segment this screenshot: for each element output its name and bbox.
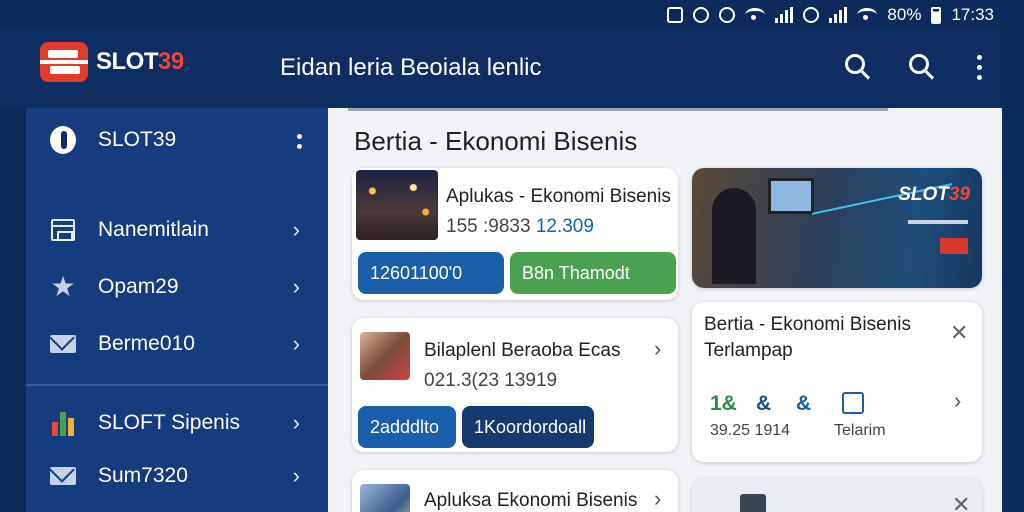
close-icon[interactable]: ✕: [950, 320, 968, 346]
banner-person-image: [712, 188, 756, 284]
chevron-right-icon[interactable]: ›: [654, 336, 661, 362]
news-thumbnail: [356, 170, 438, 240]
wifi-icon: [745, 8, 766, 22]
news-card-subtitle: Terlampap: [704, 340, 793, 361]
card-primary-button[interactable]: 2adddlto: [358, 406, 456, 448]
nfc-icon: [667, 7, 684, 23]
logo-text: SLOT39: [96, 48, 184, 75]
vibrate-icon: [719, 7, 736, 23]
bar-chart-icon: [52, 410, 74, 436]
card-secondary-button[interactable]: B8n Thamodt: [510, 252, 676, 294]
battery-icon: [931, 6, 942, 24]
sidebar-item-label: Nanemitlain: [98, 218, 209, 241]
news-thumbnail: [360, 332, 410, 380]
star-icon: ★: [50, 271, 76, 302]
news-thumbnail: [360, 484, 410, 512]
sidebar-item-sloft-sipenis[interactable]: SLOFT Sipenis ›: [26, 395, 328, 451]
chevron-right-icon[interactable]: ›: [654, 486, 661, 512]
stat-icon-2: &: [756, 392, 772, 415]
stat-icon-3: &: [796, 392, 812, 415]
chevron-right-icon: ›: [292, 410, 300, 435]
logo-mark-icon: [40, 42, 88, 82]
card-secondary-button[interactable]: 1Koordordoall: [462, 406, 594, 448]
main-content: Bertia - Ekonomi Bisenis Aplukas - Ekono…: [328, 108, 1002, 512]
data-saver-icon: [803, 7, 820, 23]
search-button-2[interactable]: [907, 52, 937, 82]
news-card-2[interactable]: Bilaplenl Beraoba Ecas › 021.3(23 13919 …: [352, 318, 678, 452]
promo-banner[interactable]: SLOT39: [692, 168, 982, 288]
news-card-5[interactable]: ✕: [692, 478, 982, 512]
news-card-title: Bilaplenl Beraoba Ecas: [424, 340, 621, 361]
news-card-1[interactable]: Aplukas - Ekonomi Bisenis 155 :9833 12.3…: [352, 168, 678, 300]
sidebar-item-label: Sum7320: [98, 464, 188, 487]
chevron-right-icon: ›: [292, 274, 300, 299]
sidebar-item-label: Berme010: [98, 332, 195, 355]
sidebar-account[interactable]: SLOT39: [26, 112, 328, 168]
user-icon: [50, 126, 76, 154]
chevron-right-icon: ›: [292, 331, 300, 356]
page-title: Eidan leria Beoiala lenlic: [280, 54, 542, 81]
mail-icon: [50, 335, 76, 353]
sidebar: SLOT39 Nanemitlain › ★ Opam29 › Berme010…: [26, 108, 328, 512]
news-card-title: Apluksa Ekonomi Bisenis: [424, 490, 638, 511]
overflow-menu-button[interactable]: [964, 52, 994, 82]
mail-icon: [50, 467, 76, 485]
building-icon: [842, 392, 864, 414]
sidebar-account-label: SLOT39: [98, 128, 177, 151]
banner-subtitle: [908, 220, 968, 224]
wifi-icon-2: [857, 8, 878, 22]
news-card-meta: 021.3(23 13919: [424, 370, 558, 391]
news-card-meta: 155 :9833 12.309: [446, 216, 594, 237]
sidebar-item-opam29[interactable]: ★ Opam29 ›: [26, 259, 328, 315]
stat-value: 39.25 1914: [710, 422, 791, 439]
signal-icon: [775, 7, 794, 23]
banner-logo: SLOT39: [898, 184, 970, 205]
battery-percent: 80%: [887, 5, 922, 24]
signal-icon-2: [829, 7, 848, 23]
sidebar-item-berme010[interactable]: Berme010 ›: [26, 316, 328, 372]
chevron-right-icon[interactable]: ›: [954, 388, 961, 414]
search-button[interactable]: [843, 52, 873, 82]
alarm-icon: [693, 7, 710, 23]
sidebar-divider: [26, 384, 328, 386]
calendar-icon: [51, 219, 75, 241]
app-header: SLOT39 Eidan leria Beoiala lenlic: [0, 30, 1000, 108]
news-card-4[interactable]: Apluksa Ekonomi Bisenis ›: [352, 470, 678, 512]
sidebar-item-label: SLOFT Sipenis: [98, 411, 241, 434]
clock: 17:33: [951, 5, 994, 24]
device-image: [740, 494, 766, 512]
banner-badge: [940, 238, 968, 254]
banner-monitor-image: [768, 178, 814, 214]
sidebar-item-nanemitlain[interactable]: Nanemitlain ›: [26, 202, 328, 258]
news-card-title: Aplukas - Ekonomi Bisenis: [446, 186, 671, 207]
account-menu-button[interactable]: [297, 131, 302, 149]
top-divider: [348, 108, 888, 111]
sidebar-item-label: Opam29: [98, 275, 179, 298]
stat-label: Telarim: [834, 422, 886, 439]
chevron-right-icon: ›: [292, 463, 300, 488]
card-primary-button[interactable]: 12601100'0: [358, 252, 504, 294]
app-logo[interactable]: SLOT39: [40, 42, 184, 82]
news-card-title: Bertia - Ekonomi Bisenis: [704, 314, 911, 335]
stat-icon-1: 1&: [710, 392, 737, 415]
section-title: Bertia - Ekonomi Bisenis: [354, 126, 638, 156]
close-icon[interactable]: ✕: [952, 492, 970, 512]
sidebar-item-sum7320[interactable]: Sum7320 ›: [26, 448, 328, 504]
news-card-3[interactable]: Bertia - Ekonomi Bisenis Terlampap ✕ 1& …: [692, 302, 982, 462]
chevron-right-icon: ›: [292, 217, 300, 242]
status-bar: 80% 17:33: [0, 0, 1024, 30]
